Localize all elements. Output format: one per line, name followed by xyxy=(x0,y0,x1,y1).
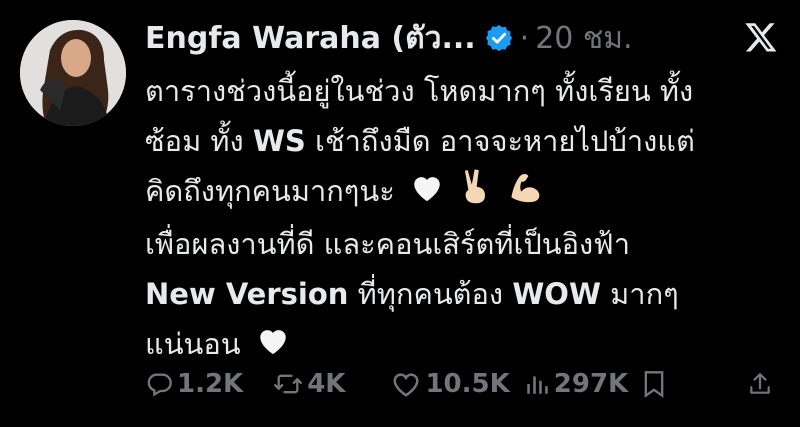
white-heart-icon xyxy=(410,168,444,218)
tweet-text-segment: ที่ทุกคนต้อง xyxy=(348,276,513,311)
repost-count: 4K xyxy=(307,369,346,399)
tweet-line: คิดถึงทุกคนมากๆนะ xyxy=(145,166,785,219)
tweet-text-segment: เช้าถึงมืด อาจจะหายไปบ้างแต่ xyxy=(305,124,695,158)
avatar[interactable] xyxy=(20,20,126,126)
time-separator: · xyxy=(519,20,530,56)
like-count: 10.5K xyxy=(425,369,510,399)
like-button[interactable]: 10.5K xyxy=(391,369,510,399)
tweet-text-bold: WS xyxy=(252,124,306,158)
tweet-line: เพื่อผลงานที่ดี และคอนเสิร์ตที่เป็นอิงฟ้… xyxy=(145,226,630,261)
tweet-text-segment: ซ้อม ทั้ง xyxy=(145,124,253,158)
victory-hand-icon xyxy=(459,168,493,219)
repost-icon xyxy=(273,370,303,398)
verified-badge-icon xyxy=(484,23,514,53)
bookmark-icon xyxy=(642,370,666,398)
reply-button[interactable]: 1.2K xyxy=(145,369,243,399)
bookmark-button[interactable] xyxy=(642,370,666,398)
x-logo-icon[interactable] xyxy=(744,20,778,54)
tweet-line: ตารางช่วงนี้อยู่ในช่วง โหดมากๆ ทั้งเรียน… xyxy=(145,74,694,108)
views-button[interactable]: 297K xyxy=(524,369,628,399)
reply-count: 1.2K xyxy=(177,369,244,399)
tweet-line: ซ้อม ทั้ง WS เช้าถึงมืด อาจจะหายไปบ้างแต… xyxy=(145,116,785,166)
author-name[interactable]: Engfa Waraha (ตัว... xyxy=(145,15,476,62)
tweet-text-segment: คิดถึงทุกคนมากๆนะ xyxy=(145,174,395,208)
repost-button[interactable]: 4K xyxy=(273,369,345,399)
tweet-time[interactable]: 20 ชม. xyxy=(535,15,632,62)
tweet-text-segment: มากๆ xyxy=(600,276,679,311)
share-icon xyxy=(747,370,773,398)
flexed-biceps-icon xyxy=(508,168,546,218)
tweet-header: Engfa Waraha (ตัว... · 20 ชม. xyxy=(145,14,633,62)
tweet-text-bold: New Version xyxy=(145,276,349,311)
views-icon xyxy=(524,370,550,398)
tweet-actions: 1.2K 4K 10.5K 297K xyxy=(145,362,785,406)
share-button[interactable] xyxy=(747,370,773,398)
views-count: 297K xyxy=(553,369,629,399)
heart-icon xyxy=(391,370,421,398)
tweet-text: ตารางช่วงนี้อยู่ในช่วง โหดมากๆ ทั้งเรียน… xyxy=(145,66,785,371)
reply-icon xyxy=(145,370,173,398)
tweet-line: New Version ที่ทุกคนต้อง WOW มากๆ xyxy=(145,269,785,319)
tweet-text-segment: แน่นอน xyxy=(145,326,241,361)
tweet-text-bold: WOW xyxy=(512,276,601,311)
